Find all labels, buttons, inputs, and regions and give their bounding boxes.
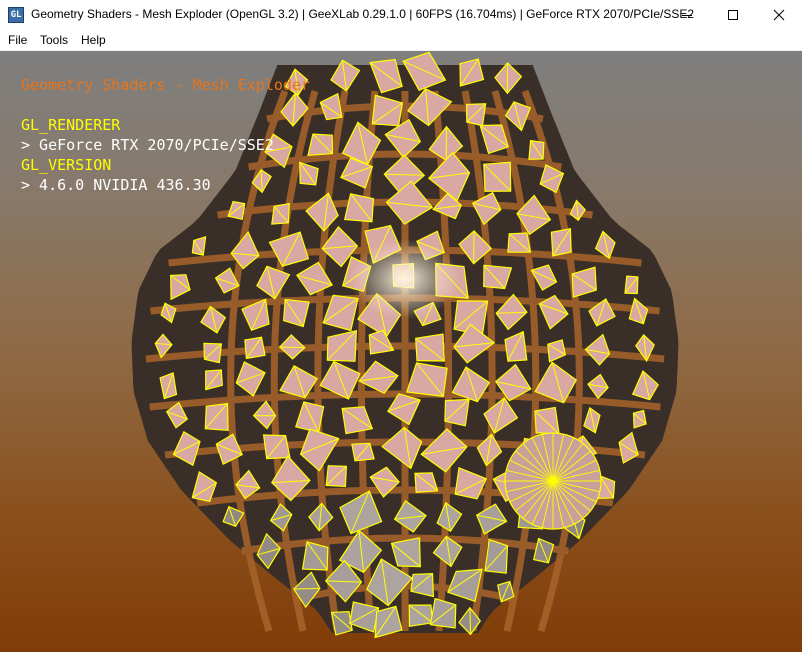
mesh-shard xyxy=(415,333,445,362)
mesh-shard xyxy=(632,409,647,429)
menu-file[interactable]: File xyxy=(8,33,27,47)
mesh-shard xyxy=(203,342,223,364)
gl-renderer-value: > GeForce RTX 2070/PCIe/SSE2 xyxy=(21,136,274,154)
gl-renderer-label: GL_RENDERER xyxy=(21,116,121,134)
window-title: Geometry Shaders - Mesh Exploder (OpenGL… xyxy=(31,7,695,21)
mesh-shard xyxy=(351,442,375,462)
close-button[interactable] xyxy=(756,0,802,30)
mesh-shard xyxy=(262,434,291,460)
mesh-shard xyxy=(483,161,512,192)
gl-version-value: > 4.6.0 NVIDIA 436.30 xyxy=(21,176,211,194)
mesh-shard xyxy=(624,275,639,295)
minimize-icon xyxy=(682,15,692,16)
mesh-shard xyxy=(271,202,290,225)
mesh-pole-fan xyxy=(504,432,602,530)
mesh-shard xyxy=(444,398,470,427)
mesh-shard xyxy=(507,232,532,253)
demo-title: Geometry Shaders - Mesh Exploder xyxy=(21,76,310,94)
mesh-shard xyxy=(484,538,509,574)
app-window: GL Geometry Shaders - Mesh Exploder (Ope… xyxy=(0,0,802,652)
specular-highlight xyxy=(350,239,460,319)
minimize-button[interactable] xyxy=(664,0,710,30)
maximize-button[interactable] xyxy=(710,0,756,30)
mesh-shard xyxy=(204,402,229,431)
mesh-shard xyxy=(408,604,434,627)
maximize-icon xyxy=(728,10,738,20)
menu-bar: File Tools Help xyxy=(0,30,802,51)
mesh-shard xyxy=(301,541,329,571)
mesh-shard xyxy=(465,103,487,127)
mesh-shard xyxy=(307,133,334,157)
mesh-shard xyxy=(550,227,572,257)
mesh-shard xyxy=(325,465,348,488)
mesh-shard xyxy=(528,139,545,160)
menu-tools[interactable]: Tools xyxy=(40,33,68,47)
mesh-shard xyxy=(429,597,457,629)
title-bar[interactable]: GL Geometry Shaders - Mesh Exploder (Ope… xyxy=(0,0,802,30)
render-viewport[interactable]: Geometry Shaders - Mesh Exploder GL_REND… xyxy=(0,51,802,652)
menu-help[interactable]: Help xyxy=(81,33,106,47)
gl-version-label: GL_VERSION xyxy=(21,156,112,174)
close-icon xyxy=(773,9,785,21)
mesh-shard xyxy=(534,406,560,435)
app-logo-icon: GL xyxy=(8,7,24,23)
mesh-shard xyxy=(244,336,266,360)
